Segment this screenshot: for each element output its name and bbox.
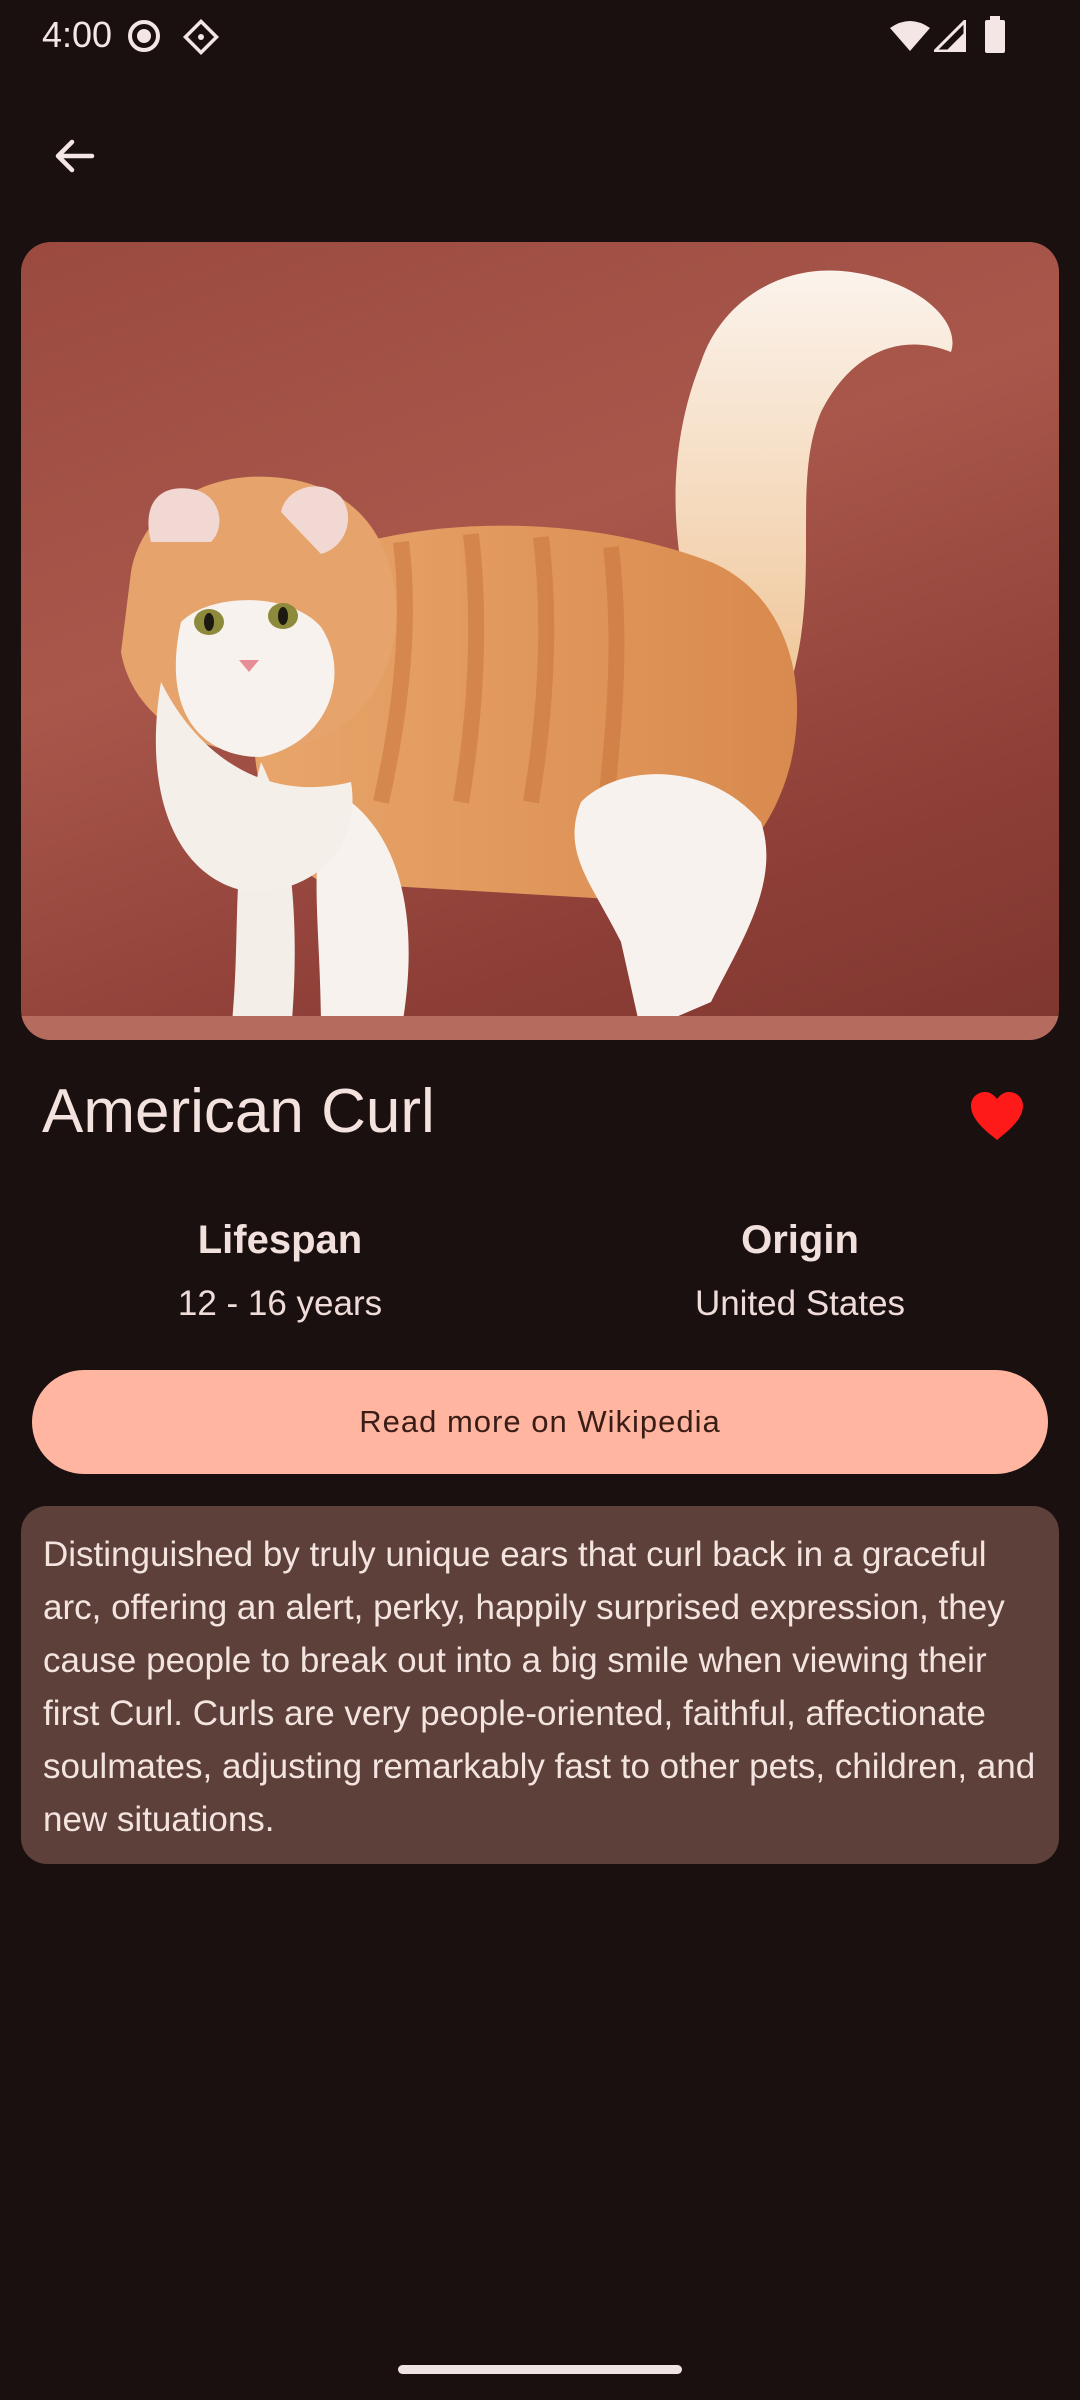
lifespan-value: 12 - 16 years [177,1284,383,1323]
origin-stat: Origin United States [590,1212,1010,1328]
photo-floor [21,1016,1059,1040]
wifi-icon [890,20,930,57]
cat-illustration [121,270,953,1032]
origin-value: United States [694,1284,906,1323]
gesture-nav-handle[interactable] [398,2365,682,2374]
cast-diamond-icon [182,18,220,61]
battery-icon [984,16,1006,59]
origin-label: Origin [741,1218,859,1262]
description-card: Distinguished by truly unique ears that … [21,1506,1059,1864]
status-bar: 4:00 [0,0,1080,72]
cell-signal-icon [931,17,967,57]
breed-photo [21,242,1059,1040]
record-icon [126,18,162,59]
arrow-left-icon [55,139,95,173]
status-time: 4:00 [42,14,113,55]
back-button[interactable] [36,118,112,194]
breed-title: American Curl [42,1077,435,1146]
description-text: Distinguished by truly unique ears that … [43,1535,1036,1839]
favorite-button[interactable] [962,1086,1032,1146]
lifespan-stat: Lifespan 12 - 16 years [70,1212,490,1328]
lifespan-label: Lifespan [197,1218,363,1262]
read-more-wikipedia-button[interactable]: Read more on Wikipedia [32,1370,1048,1474]
heart-icon [971,1092,1023,1140]
